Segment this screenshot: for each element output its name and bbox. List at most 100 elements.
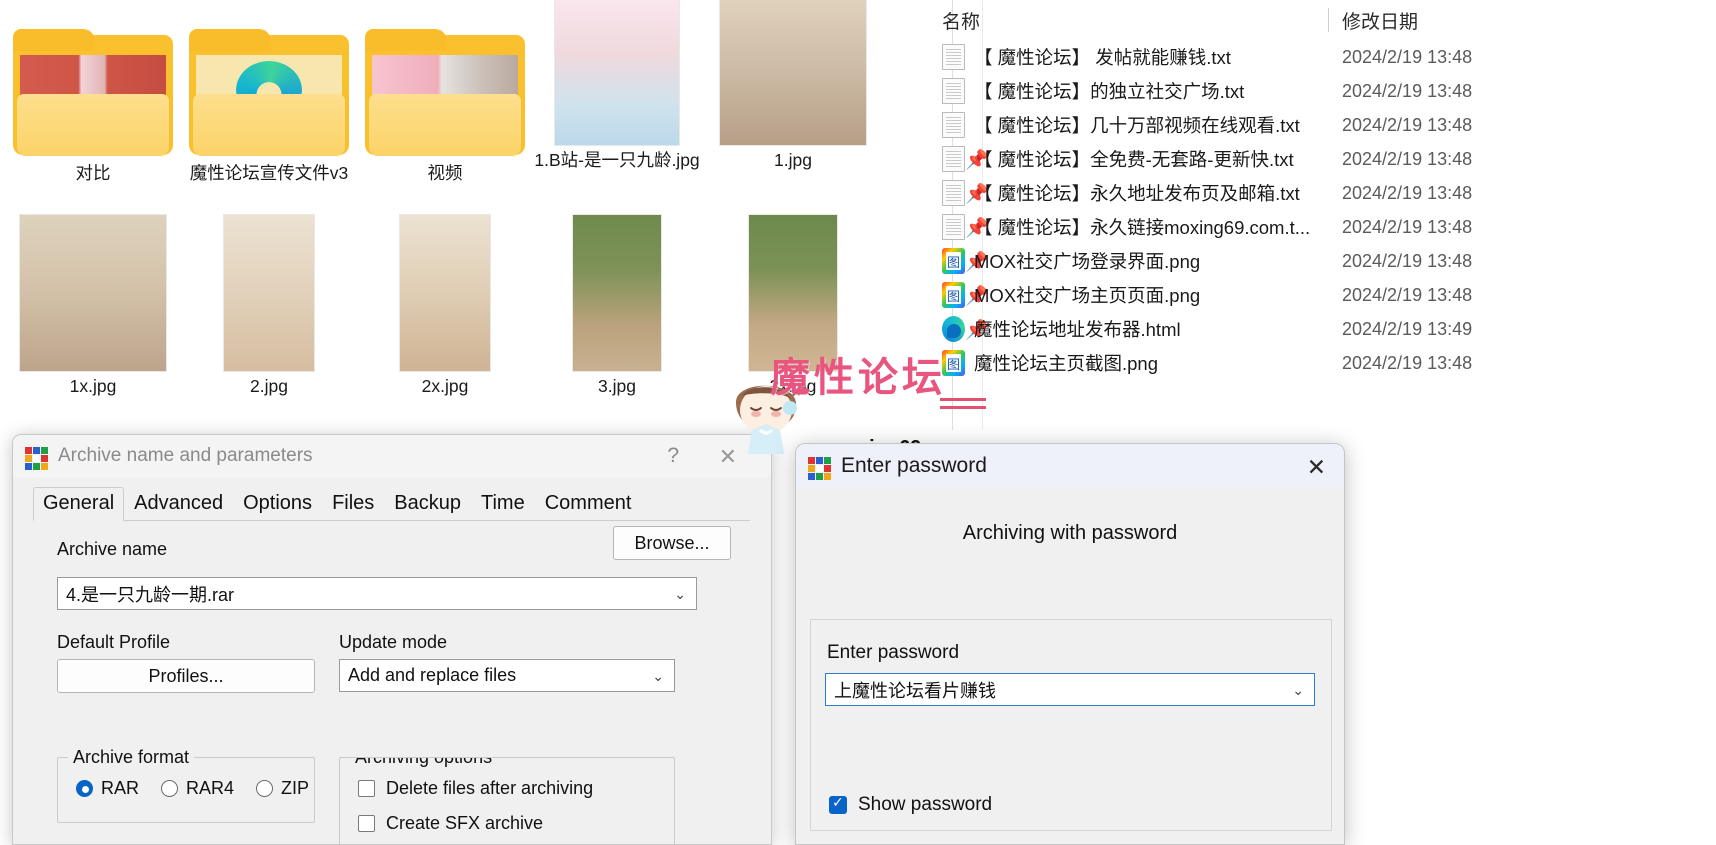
checkbox-create-sfx-archive[interactable]: Create SFX archive <box>358 813 674 834</box>
file-modified-cell: 2024/2/19 13:48 <box>1342 148 1473 169</box>
file-name-text: 【 魔性论坛】 发帖就能赚钱.txt <box>974 47 1231 68</box>
file-name-cell: MOX社交广场登录界面.png <box>942 248 1200 274</box>
file-name-text: 魔性论坛地址发布器.html <box>974 319 1181 340</box>
file-tile[interactable]: 3.jpg <box>524 212 710 398</box>
chevron-down-icon[interactable]: ⌄ <box>674 586 686 603</box>
file-modified-cell: 2024/2/19 13:48 <box>1342 46 1473 67</box>
checkbox-delete-files-after-archiving[interactable]: Delete files after archiving <box>358 778 674 799</box>
default-profile-label: Default Profile <box>57 632 171 652</box>
file-tile[interactable]: 3x.jpg <box>700 212 886 398</box>
txt-file-icon <box>942 78 965 104</box>
file-name-cell: 【 魔性论坛】全免费-无套路-更新快.txt <box>942 146 1294 172</box>
radio-format-rar4[interactable]: RAR4 <box>161 778 234 799</box>
tab-time[interactable]: Time <box>471 487 535 521</box>
file-tile[interactable]: 1.B站-是一只九龄.jpg <box>524 0 710 172</box>
profiles-button[interactable]: Profiles... <box>57 659 315 693</box>
file-tile[interactable]: 对比 <box>0 4 186 185</box>
file-modified-cell: 2024/2/19 13:49 <box>1342 318 1473 339</box>
tab-backup[interactable]: Backup <box>384 487 471 521</box>
tab-general[interactable]: General <box>33 487 125 521</box>
radio-label: RAR <box>101 778 140 798</box>
update-mode-value: Add and replace files <box>348 665 517 685</box>
file-tile-label: 3.jpg <box>598 376 636 396</box>
winrar-app-icon <box>808 455 831 480</box>
table-row[interactable]: 【 魔性论坛】永久链接moxing69.com.t... 2024/2/19 13… <box>942 210 1716 244</box>
radio-indicator-icon <box>76 780 93 797</box>
table-row[interactable]: 魔性论坛主页截图.png 2024/2/19 13:48 <box>942 346 1716 380</box>
file-tile-label: 1x.jpg <box>69 376 117 396</box>
chevron-down-icon[interactable]: ⌄ <box>652 668 664 685</box>
file-list-header: 名称 修改日期 <box>942 0 1716 40</box>
file-tile[interactable]: 1.jpg <box>700 0 886 172</box>
file-name-cell: 【 魔性论坛】 发帖就能赚钱.txt <box>942 44 1231 70</box>
winrar-general-panel: Archive name Browse... 4.是一只九龄一期.rar ⌄ D… <box>13 521 771 844</box>
table-row[interactable]: 【 魔性论坛】 发帖就能赚钱.txt 2024/2/19 13:48 <box>942 40 1716 74</box>
help-icon[interactable]: ? <box>667 444 679 468</box>
file-modified-cell: 2024/2/19 13:48 <box>1342 352 1473 373</box>
table-row[interactable]: 【 魔性论坛】几十万部视频在线观看.txt 2024/2/19 13:48 <box>942 108 1716 142</box>
tab-options[interactable]: Options <box>233 487 322 521</box>
file-tile[interactable]: 视频 <box>352 4 538 185</box>
radio-label: ZIP <box>281 778 310 798</box>
red-marker-lines <box>940 398 986 420</box>
file-tile-label: 对比 <box>75 163 111 183</box>
radio-label: RAR4 <box>186 778 235 798</box>
table-row[interactable]: MOX社交广场主页页面.png 2024/2/19 13:48 <box>942 278 1716 312</box>
column-header-name[interactable]: 名称 <box>942 7 980 34</box>
tab-advanced[interactable]: Advanced <box>124 487 233 521</box>
password-dialog-title-bar[interactable]: Enter password ✕ <box>796 444 1344 488</box>
txt-file-icon <box>942 44 965 70</box>
chevron-down-icon[interactable]: ⌄ <box>1292 682 1304 699</box>
file-name-cell: MOX社交广场主页页面.png <box>942 282 1200 308</box>
file-tile[interactable]: 2.jpg <box>176 212 362 398</box>
enter-password-dialog[interactable]: Enter password ✕ Archiving with password… <box>795 443 1345 845</box>
show-password-checkbox[interactable]: Show password <box>829 794 992 816</box>
file-name-text: MOX社交广场登录界面.png <box>974 251 1201 272</box>
password-input-value: 上魔性论坛看片赚钱 <box>834 680 996 701</box>
browse-button[interactable]: Browse... <box>613 526 731 560</box>
table-row[interactable]: 【 魔性论坛】的独立社交广场.txt 2024/2/19 13:48 <box>942 74 1716 108</box>
edge-html-icon <box>942 316 965 342</box>
archive-name-input[interactable]: 4.是一只九龄一期.rar ⌄ <box>57 577 697 610</box>
file-modified-cell: 2024/2/19 13:48 <box>1342 182 1473 203</box>
archive-name-value: 4.是一只九龄一期.rar <box>66 584 235 605</box>
table-row[interactable]: 魔性论坛地址发布器.html 2024/2/19 13:49 <box>942 312 1716 346</box>
winrar-title-bar[interactable]: Archive name and parameters ? ✕ <box>13 435 771 477</box>
image-thumbnail <box>524 0 710 146</box>
checkbox-checked-icon <box>829 794 847 814</box>
file-name-text: 【 魔性论坛】永久链接moxing69.com.t... <box>974 217 1311 238</box>
tab-comment[interactable]: Comment <box>535 487 642 521</box>
png-image-icon <box>942 248 965 274</box>
file-tile[interactable]: 2x.jpg <box>352 212 538 398</box>
png-image-icon <box>942 282 965 308</box>
file-name-text: 【 魔性论坛】的独立社交广场.txt <box>974 81 1245 102</box>
file-name-text: MOX社交广场主页页面.png <box>974 285 1201 306</box>
folder-icon <box>352 4 538 159</box>
file-name-cell: 【 魔性论坛】永久地址发布页及邮箱.txt <box>942 180 1300 206</box>
archive-name-label: Archive name <box>57 539 168 559</box>
txt-file-icon <box>942 146 965 172</box>
tab-files[interactable]: Files <box>322 487 384 521</box>
file-tile[interactable]: 魔性论坛宣传文件v3 <box>176 4 362 185</box>
password-field-group: Enter password 上魔性论坛看片赚钱 ⌄ Show password <box>810 619 1332 831</box>
password-input[interactable]: 上魔性论坛看片赚钱 ⌄ <box>825 673 1315 706</box>
winrar-archive-dialog[interactable]: Archive name and parameters ? ✕ General A… <box>12 434 772 845</box>
txt-file-icon <box>942 214 965 240</box>
radio-format-rar[interactable]: RAR <box>76 778 139 799</box>
winrar-tab-strip: General Advanced Options Files Backup Time Com… <box>33 483 750 521</box>
table-row[interactable]: 【 魔性论坛】全免费-无套路-更新快.txt 2024/2/19 13:48 <box>942 142 1716 176</box>
table-row[interactable]: 【 魔性论坛】永久地址发布页及邮箱.txt 2024/2/19 13:48 <box>942 176 1716 210</box>
file-tile-label: 1.B站-是一只九龄.jpg <box>534 150 700 170</box>
table-row[interactable]: MOX社交广场登录界面.png 2024/2/19 13:48 <box>942 244 1716 278</box>
file-tile-label: 2x.jpg <box>421 376 469 396</box>
file-name-cell: 【 魔性论坛】几十万部视频在线观看.txt <box>942 112 1300 138</box>
update-mode-select[interactable]: Add and replace files ⌄ <box>339 659 675 692</box>
file-modified-cell: 2024/2/19 13:48 <box>1342 216 1473 237</box>
close-icon[interactable]: ✕ <box>719 444 737 470</box>
show-password-label: Show password <box>858 794 993 815</box>
radio-format-zip[interactable]: ZIP <box>256 778 309 799</box>
file-tile-label: 魔性论坛宣传文件v3 <box>189 163 349 183</box>
close-icon[interactable]: ✕ <box>1307 454 1326 481</box>
file-tile[interactable]: 1x.jpg <box>0 212 186 398</box>
column-header-modified[interactable]: 修改日期 <box>1342 7 1418 34</box>
